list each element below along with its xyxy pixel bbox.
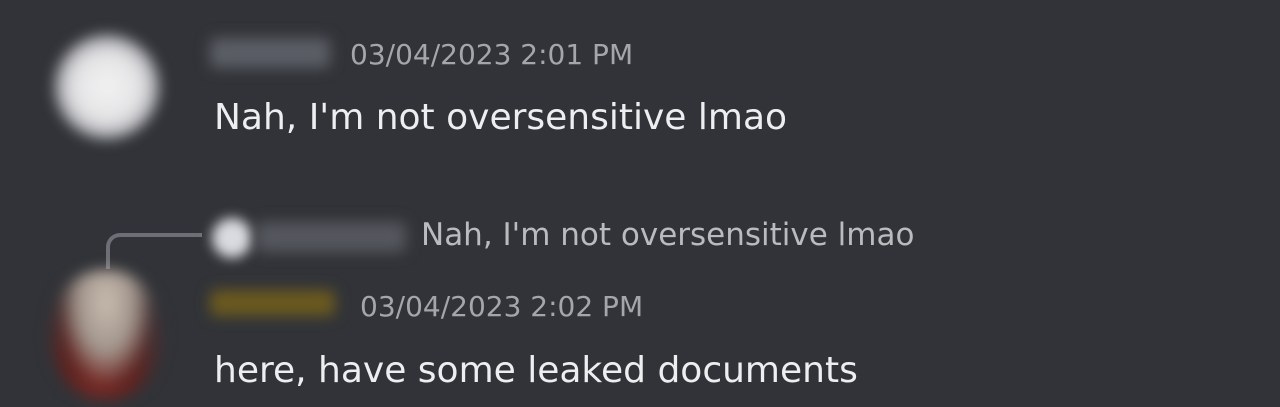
reply-connector-line xyxy=(106,233,202,269)
username-redacted[interactable] xyxy=(210,290,335,316)
reply-username-redacted xyxy=(256,222,406,252)
message-timestamp: 03/04/2023 2:01 PM xyxy=(350,38,634,71)
chat-message-list: 03/04/2023 2:01 PM Nah, I'm not oversens… xyxy=(0,0,1280,407)
message-text: Nah, I'm not oversensitive lmao xyxy=(214,97,788,138)
avatar[interactable] xyxy=(50,270,162,400)
reply-preview-text[interactable]: Nah, I'm not oversensitive lmao xyxy=(421,220,914,251)
message-text: here, have some leaked documents xyxy=(214,350,858,391)
username-redacted[interactable] xyxy=(210,38,330,68)
message-timestamp: 03/04/2023 2:02 PM xyxy=(360,290,644,323)
reply-avatar xyxy=(212,218,252,258)
avatar[interactable] xyxy=(55,35,159,139)
